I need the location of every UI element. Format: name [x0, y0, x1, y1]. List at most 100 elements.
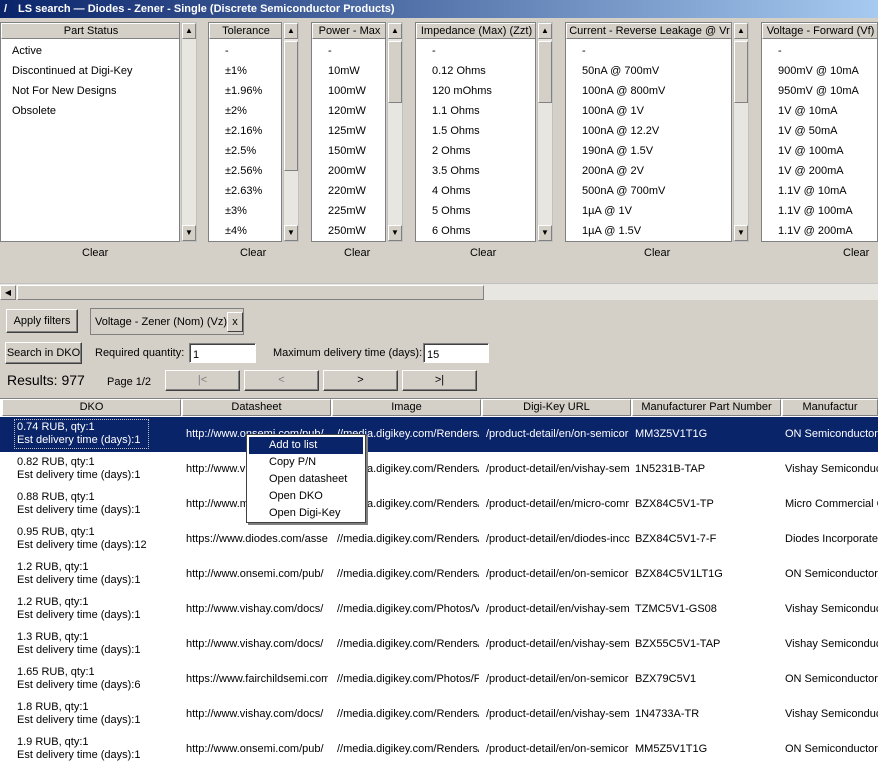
scroll-up-arrow-icon[interactable]: ▲ — [284, 23, 298, 39]
table-row[interactable]: 1.65 RUB, qty:1 Est delivery time (days):… — [0, 662, 878, 697]
filter-option[interactable]: Not For New Designs — [1, 81, 179, 101]
clear-filter-button[interactable]: Clear — [82, 247, 108, 259]
filter-option[interactable]: 120 mOhms — [416, 81, 535, 101]
prev-page-button[interactable]: < — [244, 370, 319, 391]
scroll-thumb[interactable] — [538, 41, 552, 103]
scroll-left-arrow-icon[interactable]: ◀ — [0, 285, 16, 300]
filter-option[interactable]: - — [312, 41, 385, 61]
context-menu-item[interactable]: Open Digi-Key — [249, 505, 363, 522]
filter-option[interactable]: 900mV @ 10mA — [762, 61, 877, 81]
filter-option[interactable]: ±1.96% — [209, 81, 281, 101]
scroll-thumb[interactable] — [17, 285, 484, 300]
last-page-button[interactable]: >| — [402, 370, 477, 391]
filter-option[interactable]: Discontinued at Digi-Key — [1, 61, 179, 81]
max-delivery-input[interactable] — [423, 343, 489, 363]
filter-option[interactable]: 1.1V @ 100mA — [762, 201, 877, 221]
filter-option[interactable]: 100mW — [312, 81, 385, 101]
table-row[interactable]: 0.95 RUB, qty:1 Est delivery time (days):… — [0, 522, 878, 557]
column-header[interactable]: Manufacturer Part Number — [632, 399, 781, 416]
table-row[interactable]: 1.8 RUB, qty:1 Est delivery time (days):1… — [0, 697, 878, 732]
filter-option[interactable]: 190nA @ 1.5V — [566, 141, 731, 161]
table-row[interactable]: 1.9 RUB, qty:1 Est delivery time (days):1… — [0, 732, 878, 767]
filter-option[interactable]: 220mW — [312, 181, 385, 201]
filter-option[interactable]: 100nA @ 12.2V — [566, 121, 731, 141]
scroll-down-arrow-icon[interactable]: ▼ — [388, 225, 402, 241]
column-header[interactable]: Image — [332, 399, 481, 416]
filter-option[interactable]: 1µA @ 1.5V — [566, 221, 731, 241]
scroll-up-arrow-icon[interactable]: ▲ — [538, 23, 552, 39]
filter-option[interactable]: ±2.63% — [209, 181, 281, 201]
filter-option[interactable]: 1V @ 10mA — [762, 101, 877, 121]
filter-option[interactable]: 1V @ 100mA — [762, 141, 877, 161]
scroll-thumb[interactable] — [388, 41, 402, 103]
filter-option[interactable]: 5 Ohms — [416, 201, 535, 221]
filter-option[interactable]: Active — [1, 41, 179, 61]
table-row[interactable]: 0.88 RUB, qty:1 Est delivery time (days):… — [0, 487, 878, 522]
column-header[interactable]: DKO — [2, 399, 181, 416]
scroll-down-arrow-icon[interactable]: ▼ — [734, 225, 748, 241]
clear-filter-button[interactable]: Clear — [344, 247, 370, 259]
filter-scrollbar[interactable]: ▲ ▼ — [733, 22, 749, 242]
filter-option[interactable]: 4 Ohms — [416, 181, 535, 201]
filter-option[interactable]: 100nA @ 800mV — [566, 81, 731, 101]
scroll-down-arrow-icon[interactable]: ▼ — [284, 225, 298, 241]
clear-filter-button[interactable]: Clear — [470, 247, 496, 259]
filter-option[interactable]: Obsolete — [1, 101, 179, 121]
filter-option[interactable]: ±2.5% — [209, 141, 281, 161]
filter-option[interactable]: ±2.16% — [209, 121, 281, 141]
first-page-button[interactable]: |< — [165, 370, 240, 391]
filter-option[interactable]: 0.12 Ohms — [416, 61, 535, 81]
filter-header[interactable]: Part Status — [1, 23, 179, 39]
next-page-button[interactable]: > — [323, 370, 398, 391]
filter-option[interactable]: 6 Ohms — [416, 221, 535, 241]
filters-horizontal-scrollbar[interactable]: ◀ — [0, 283, 878, 300]
filter-option[interactable]: 3.5 Ohms — [416, 161, 535, 181]
filter-option[interactable]: ±2% — [209, 101, 281, 121]
table-row[interactable]: 0.74 RUB, qty:1 Est delivery time (days):… — [0, 417, 878, 452]
table-row[interactable]: 0.82 RUB, qty:1 Est delivery time (days):… — [0, 452, 878, 487]
filter-option[interactable]: 120mW — [312, 101, 385, 121]
scroll-down-arrow-icon[interactable]: ▼ — [538, 225, 552, 241]
filter-option[interactable]: ±2.56% — [209, 161, 281, 181]
search-in-dko-button[interactable]: Search in DKO — [5, 342, 82, 364]
filter-option[interactable]: 500nA @ 700mV — [566, 181, 731, 201]
filter-scrollbar[interactable]: ▲ ▼ — [283, 22, 299, 242]
filter-option[interactable]: ±4% — [209, 221, 281, 241]
filter-option[interactable]: ±3% — [209, 201, 281, 221]
context-menu-item[interactable]: Open DKO — [249, 488, 363, 505]
filter-option[interactable]: 1.1V @ 200mA — [762, 221, 877, 241]
filter-option[interactable]: 100nA @ 1V — [566, 101, 731, 121]
context-menu-item[interactable]: Copy P/N — [249, 454, 363, 471]
column-header[interactable]: Manufactur — [782, 399, 878, 416]
required-quantity-input[interactable] — [189, 343, 256, 363]
filter-option[interactable]: - — [566, 41, 731, 61]
filter-option[interactable]: 10mW — [312, 61, 385, 81]
filter-scrollbar[interactable]: ▲ ▼ — [387, 22, 403, 242]
filter-option[interactable]: - — [209, 41, 281, 61]
filter-option[interactable]: 2 Ohms — [416, 141, 535, 161]
filter-option[interactable]: 1.5 Ohms — [416, 121, 535, 141]
table-row[interactable]: 1.3 RUB, qty:1 Est delivery time (days):1… — [0, 627, 878, 662]
filter-option[interactable]: 1.1 Ohms — [416, 101, 535, 121]
filter-option[interactable]: - — [416, 41, 535, 61]
filter-option[interactable]: 50nA @ 700mV — [566, 61, 731, 81]
filter-header[interactable]: Voltage - Forward (Vf) — [762, 23, 877, 39]
filter-header[interactable]: Tolerance — [209, 23, 281, 39]
filter-scrollbar[interactable]: ▲ ▼ — [181, 22, 197, 242]
column-header[interactable]: Datasheet — [182, 399, 331, 416]
filter-option[interactable]: 150mW — [312, 141, 385, 161]
remove-filter-button[interactable]: x — [227, 312, 243, 332]
scroll-up-arrow-icon[interactable]: ▲ — [388, 23, 402, 39]
context-menu-item[interactable]: Add to list — [249, 437, 363, 454]
column-header[interactable]: Digi-Key URL — [482, 399, 631, 416]
table-row[interactable]: 1.2 RUB, qty:1 Est delivery time (days):1… — [0, 557, 878, 592]
scroll-thumb[interactable] — [284, 41, 298, 171]
filter-header[interactable]: Current - Reverse Leakage @ Vr — [566, 23, 731, 39]
filter-option[interactable]: ±1% — [209, 61, 281, 81]
apply-filters-button[interactable]: Apply filters — [6, 309, 78, 333]
filter-option[interactable]: - — [762, 41, 877, 61]
filter-option[interactable]: 1V @ 200mA — [762, 161, 877, 181]
filter-option[interactable]: 200nA @ 2V — [566, 161, 731, 181]
scroll-down-arrow-icon[interactable]: ▼ — [182, 225, 196, 241]
clear-filter-button[interactable]: Clear — [644, 247, 670, 259]
